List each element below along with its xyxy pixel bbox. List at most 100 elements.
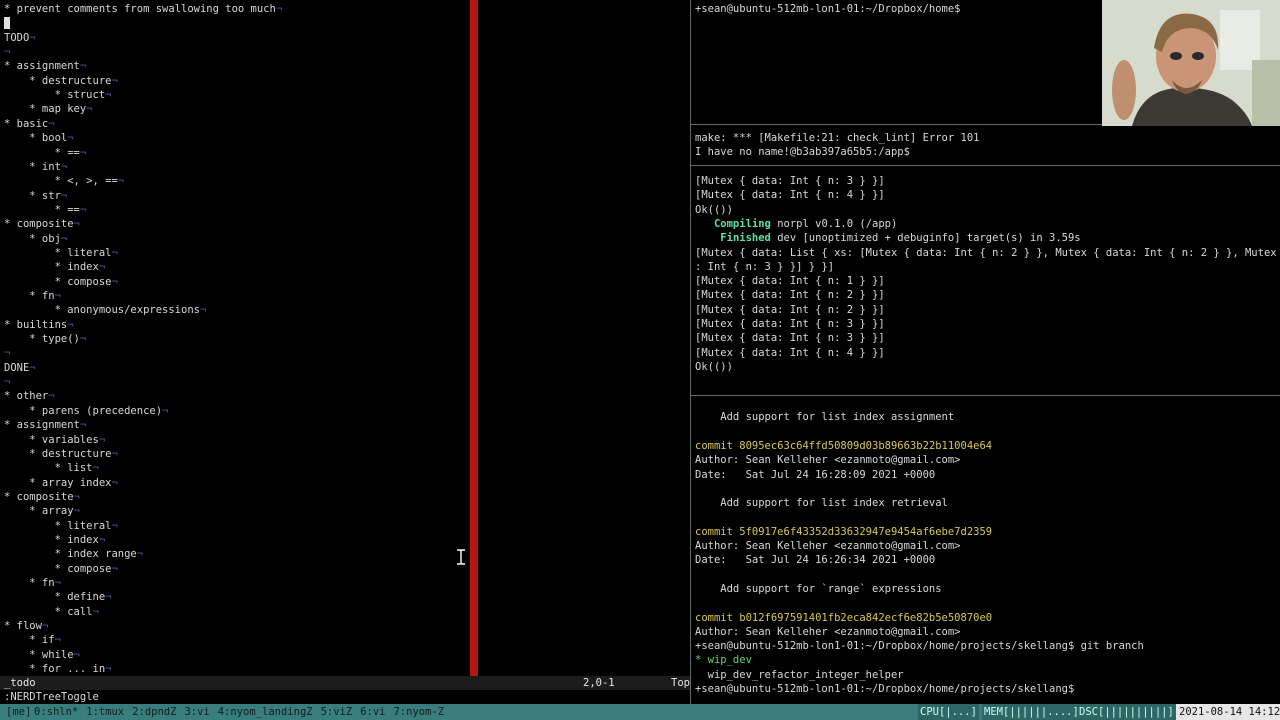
vim-line-text: * define (4, 591, 106, 604)
vim-line-text: * anonymous/expressions (4, 304, 200, 317)
vim-line-text: * basic (4, 117, 49, 130)
tmux-window-tab[interactable]: 3:vi (184, 706, 209, 718)
eol-marker: ¬ (73, 648, 80, 661)
terminal-text: +sean@ubuntu-512mb-lon1-01:~/Dropbox/hom… (695, 683, 1075, 695)
eol-marker: ¬ (199, 304, 207, 317)
eol-marker: ¬ (86, 103, 93, 116)
tmux-window-tab[interactable]: 7:nyom-Z (394, 706, 445, 718)
statusline-scroll: Top (671, 677, 690, 689)
vim-line: * call¬ (4, 605, 99, 619)
vim-line-text: * literal (4, 246, 112, 259)
terminal-text: [Mutex { data: Int { n: 3 } }] (695, 332, 885, 345)
eol-marker: ¬ (162, 404, 169, 417)
terminal-line: [Mutex { data: Int { n: 2 } }] (695, 303, 885, 317)
vim-line-text: * <, >, == (4, 175, 118, 188)
tmux-disk-meter: DSC[||||||||||] (1077, 704, 1176, 720)
vim-line: * obj¬ (4, 232, 67, 246)
commit-hash-line: commit b012f697591401fb2eca842ecf6e82b5e… (695, 611, 993, 624)
terminal-pane-cargo-output[interactable]: [Mutex { data: Int { n: 3 } }] [Mutex { d… (691, 166, 1280, 394)
terminal-line: [Mutex { data: Int { n: 2 } }] (695, 288, 885, 302)
tmux-status-bar: [me] 0:shln* 1:tmux 2:dpndZ 3:vi 4:nyom_land… (0, 704, 1280, 720)
terminal-text: [Mutex { data: List { xs: [Mutex { data:… (695, 246, 1280, 259)
eol-marker: ¬ (79, 419, 87, 432)
terminal-pane-docker[interactable]: make: *** [Makefile:21: check_lint] Erro… (691, 125, 1280, 164)
terminal-text: [Mutex { data: Int { n: 2 } }] (695, 303, 885, 316)
vim-line-text: * type() (4, 333, 80, 346)
vim-line: * flow¬ (4, 619, 48, 633)
vim-line: TODO¬ (4, 31, 36, 45)
vim-line: * struct¬ (4, 88, 112, 102)
terminal-text: [Mutex { data: Int { n: 1 } }] (695, 275, 885, 288)
vim-line: * compose¬ (4, 562, 118, 576)
vim-line: * literal¬ (4, 519, 118, 533)
tmux-mem-meter: MEM[||||||....] (982, 704, 1081, 720)
color-column-marker (470, 0, 478, 676)
terminal-text: dev [unoptimized + debuginfo] target(s) … (770, 232, 1081, 245)
vim-line-text: * while (4, 648, 74, 661)
commit-hash-line: commit 5f0917e6f43352d33632947e9454af6eb… (695, 525, 993, 538)
vim-cmdline[interactable]: :NERDTreeToggle (4, 690, 99, 704)
vim-line-text: * bool (4, 132, 68, 145)
vim-line: DONE¬ (4, 361, 36, 375)
vim-line-text: * assignment (4, 419, 80, 432)
vim-line: * while¬ (4, 648, 80, 662)
terminal-line: Add support for list index retrieval (695, 496, 948, 510)
terminal-text: Author: Sean Kelleher <ezanmoto@gmail.co… (695, 454, 961, 467)
terminal-line: [Mutex { data: Int { n: 4 } }] (695, 188, 885, 202)
vim-line: * ==¬ (4, 146, 87, 160)
vim-line-text: * composite (4, 490, 74, 503)
vim-line: ¬ (4, 346, 10, 360)
vim-line-text: * index range (4, 548, 137, 561)
tmux-window-tab[interactable]: 2:dpndZ (132, 706, 176, 718)
eol-marker: ¬ (111, 476, 118, 489)
terminal-line: Author: Sean Kelleher <ezanmoto@gmail.co… (695, 625, 961, 639)
vim-line: * int¬ (4, 160, 67, 174)
terminal-pane-git-log[interactable]: Add support for list index assignment com… (691, 396, 1280, 704)
vim-line: * fn¬ (4, 576, 61, 590)
vim-line: * if¬ (4, 633, 61, 647)
vim-line: * <, >, ==¬ (4, 174, 125, 188)
terminal-line: +sean@ubuntu-512mb-lon1-01:~/Dropbox/hom… (695, 3, 961, 15)
vim-line: * prevent comments from swallowing too m… (4, 2, 282, 16)
eol-marker: ¬ (79, 203, 87, 216)
tmux-window-list: 0:shln* 1:tmux 2:dpndZ 3:vi 4:nyom_landingZ 5… (34, 704, 452, 720)
vim-line-text: * flow (4, 620, 42, 633)
vim-line-text: * str (4, 189, 61, 202)
tmux-window-tab[interactable]: 0:shln* (34, 706, 78, 718)
vim-line: * basic¬ (4, 117, 55, 131)
terminal-text: norpl v0.1.0 (/app) (770, 217, 898, 230)
statusline-position: 2,0-1 (583, 677, 615, 689)
vim-line: * anonymous/expressions¬ (4, 303, 207, 317)
webcam-person-image (1102, 0, 1280, 126)
tmux-session-name[interactable]: [me] (6, 704, 31, 720)
eol-marker: ¬ (60, 189, 68, 202)
eol-marker: ¬ (92, 462, 99, 475)
vim-line-text: * fn (4, 577, 55, 589)
tmux-window-tab[interactable]: 4:nyom_landingZ (218, 706, 313, 718)
vim-line: * ==¬ (4, 203, 87, 217)
terminal-line: Compiling norpl v0.1.0 (/app) (695, 217, 897, 231)
eol-marker: ¬ (60, 232, 68, 245)
eol-marker: ¬ (117, 175, 125, 188)
terminal-line: Author: Sean Kelleher <ezanmoto@gmail.co… (695, 453, 961, 467)
vim-line: * fn¬ (4, 289, 61, 303)
eol-marker: ¬ (111, 519, 118, 532)
cargo-status-word: Finished (720, 232, 771, 245)
eol-marker: ¬ (105, 591, 112, 604)
terminal-line: : Int { n: 3 } }] } }] (695, 260, 834, 274)
terminal-text: [Mutex { data: Int { n: 3 } }] (695, 318, 885, 330)
eol-marker: ¬ (67, 318, 74, 331)
eol-marker: ¬ (29, 361, 36, 374)
vim-editor[interactable]: * prevent comments from swallowing too m… (0, 0, 690, 676)
vim-line: * bool¬ (4, 131, 73, 145)
vim-line-text: * fn (4, 290, 55, 302)
eol-marker: ¬ (48, 117, 55, 130)
tmux-window-tab[interactable]: 6:vi (360, 706, 385, 718)
eol-marker: ¬ (29, 31, 36, 44)
tmux-window-tab[interactable]: 1:tmux (86, 706, 124, 718)
tmux-window-tab[interactable]: 5:viZ (321, 706, 353, 718)
vim-line-text: * destructure (4, 74, 112, 87)
vim-line-text: * if (4, 634, 55, 647)
